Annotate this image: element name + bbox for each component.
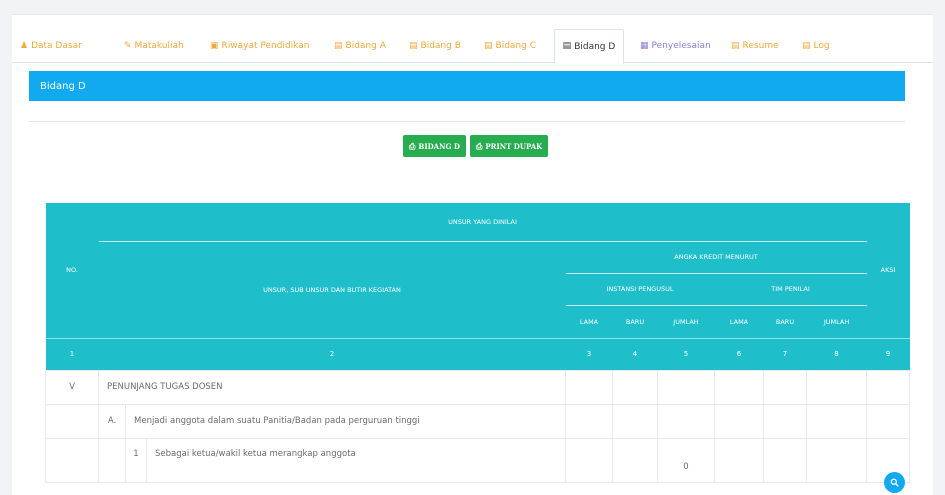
col-number: 8 [806,337,867,370]
tab-bidang-a[interactable]: ▤ Bidang A [330,29,390,63]
header-baru: BARU [612,305,658,338]
tab-bidang-c[interactable]: ▤ Bidang C [480,29,540,63]
print-dupak-button[interactable]: ⎙ PRINT DUPAK [469,135,549,157]
tab-label: Data Dasar [31,41,82,51]
col-number: 4 [612,337,658,370]
calendar-icon: ▤ [562,41,572,51]
header-unsur-dinilai: UNSUR YANG DINILAI [98,203,867,242]
col-number: 9 [866,337,910,370]
tab-riwayat-pendidikan[interactable]: ▣ Riwayat Pendidikan [206,29,313,63]
header-tim-penilai: TIM PENILAI [714,273,867,306]
user-icon: ♟ [20,40,29,51]
header-lama: LAMA [714,305,764,338]
col-number: 7 [763,337,807,370]
tab-label: Bidang D [574,41,616,52]
col-number: 2 [98,337,566,370]
col-number: 5 [657,337,715,370]
header-no: NO. [45,203,99,338]
tab-label: Resume [742,41,779,51]
bidang-d-button[interactable]: ⎙ BIDANG D [403,135,466,157]
tab-label: Bidang A [345,41,386,51]
column-number-row: 1 2 3 4 5 6 7 8 9 [45,337,910,370]
print-icon: ⎙ [475,140,483,151]
tab-label: Bidang C [495,41,536,51]
tab-label: Penyelesaian [651,41,711,51]
header-lama: LAMA [565,305,613,338]
tab-bidang-b[interactable]: ▤ Bidang B [405,29,465,63]
panel-title: Bidang D [29,71,905,101]
tab-bar: ♟ Data Dasar ✎ Matakuliah ▣ Riwayat Pendidi… [12,29,933,64]
tab-resume[interactable]: ▤ Resume [727,29,783,63]
tab-matakuliah[interactable]: ✎ Matakuliah [120,29,188,63]
row-number: A. [98,403,126,439]
book-icon: ▣ [210,40,219,51]
tab-log[interactable]: ▤ Log [798,29,834,63]
tab-bidang-d[interactable]: ▤ Bidang D [554,29,624,64]
tab-penyelesaian[interactable]: ▦ Penyelesaian [636,29,715,63]
col-number: 6 [714,337,764,370]
action-buttons: ⎙ BIDANG D ⎙ PRINT DUPAK [403,135,549,157]
row-text: Sebagai ketua/wakil ketua merangkap angg… [146,437,566,483]
divider [29,121,905,122]
tab-label: Bidang B [420,41,461,51]
assessment-table: NO. UNSUR YANG DINILAI AKSI UNSUR, SUB U… [45,203,911,483]
header-angka-kredit: ANGKA KREDIT MENURUT [565,241,867,274]
table-row: A. Menjadi anggota dalam suatu Panitia/B… [45,403,911,439]
col-number: 3 [565,337,613,370]
tab-data-dasar[interactable]: ♟ Data Dasar [16,29,86,63]
tab-label: Riwayat Pendidikan [221,41,310,51]
header-baru: BARU [763,305,807,338]
row-number: V [45,369,99,405]
table-row: V PENUNJANG TUGAS DOSEN [45,369,911,405]
search-icon [890,478,899,487]
calendar-icon: ▤ [802,40,811,51]
print-icon: ⎙ [409,140,416,151]
header-jumlah: JUMLAH [806,305,867,338]
header-instansi: INSTANSI PENGUSUL [565,273,715,306]
calendar-icon: ▤ [334,40,343,51]
header-aksi: AKSI [866,203,910,338]
button-label: PRINT DUPAK [485,141,543,151]
table-row: 1 Sebagai ketua/wakil ketua merangkap an… [45,437,911,483]
header-unsur-sub: UNSUR, SUB UNSUR DAN BUTIR KEGIATAN [98,241,566,338]
col-number: 1 [45,337,99,370]
calendar-icon: ▤ [484,40,493,51]
tab-label: Log [813,41,830,51]
header-jumlah: JUMLAH [657,305,715,338]
row-jumlah: 0 [657,437,715,483]
calendar-icon: ▤ [731,40,740,51]
button-label: BIDANG D [418,141,460,151]
row-text: Menjadi anggota dalam suatu Panitia/Bada… [125,403,566,439]
row-number: 1 [125,437,147,483]
grid-icon: ▦ [640,40,649,51]
search-action-button[interactable] [884,472,905,493]
tab-label: Matakuliah [134,41,184,51]
calendar-icon: ▤ [409,40,418,51]
row-text: PENUNJANG TUGAS DOSEN [98,369,566,405]
edit-icon: ✎ [124,40,132,51]
